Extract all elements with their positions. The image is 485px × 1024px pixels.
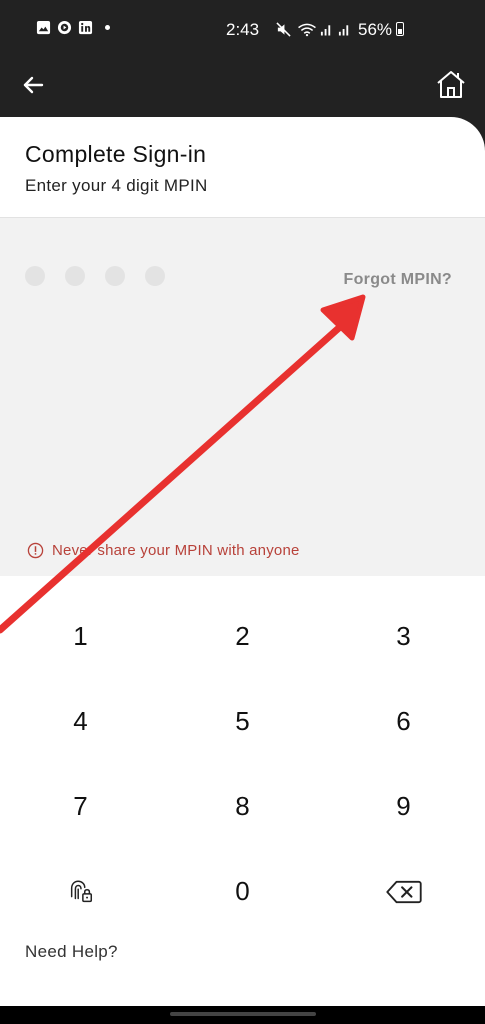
sign-in-card: Complete Sign-in Enter your 4 digit MPIN… <box>0 117 485 1010</box>
need-help-link[interactable]: Need Help? <box>25 942 118 962</box>
wifi-icon <box>298 23 316 37</box>
key-0[interactable]: 0 <box>162 849 323 934</box>
backspace-icon <box>385 880 422 903</box>
key-7[interactable]: 7 <box>0 764 161 849</box>
mute-icon <box>276 22 291 37</box>
biometric-button[interactable] <box>0 849 161 934</box>
page-subtitle: Enter your 4 digit MPIN <box>25 176 208 195</box>
pin-dot <box>145 266 165 286</box>
key-8[interactable]: 8 <box>162 764 323 849</box>
app-bar <box>0 60 485 120</box>
backspace-button[interactable] <box>323 849 484 934</box>
forgot-mpin-link[interactable]: Forgot MPIN? <box>344 271 452 289</box>
signal-icon <box>320 25 331 36</box>
key-1[interactable]: 1 <box>0 594 161 679</box>
status-bar: 2:43 56% <box>0 0 485 60</box>
gallery-icon <box>36 20 51 35</box>
notification-dot <box>105 25 110 30</box>
key-6[interactable]: 6 <box>323 679 484 764</box>
status-left-icons <box>36 20 110 35</box>
media-icon <box>57 20 72 35</box>
page-title: Complete Sign-in <box>25 141 207 167</box>
home-icon[interactable] <box>434 68 468 102</box>
key-3[interactable]: 3 <box>323 594 484 679</box>
back-arrow-icon[interactable] <box>20 72 46 98</box>
pin-entry-area: Forgot MPIN? Never share your MPIN with … <box>0 218 485 576</box>
pin-dot <box>25 266 45 286</box>
linkedin-icon <box>78 20 93 35</box>
key-5[interactable]: 5 <box>162 679 323 764</box>
home-gesture-pill[interactable] <box>170 1012 316 1016</box>
security-warning: Never share your MPIN with anyone <box>27 542 300 559</box>
info-icon <box>27 542 44 559</box>
signal-icon <box>338 25 349 36</box>
status-time: 2:43 <box>226 20 260 39</box>
numeric-keypad: 1 2 3 4 5 6 7 8 9 0 <box>0 576 485 916</box>
fingerprint-lock-icon <box>70 880 92 902</box>
pin-dot <box>105 266 125 286</box>
key-4[interactable]: 4 <box>0 679 161 764</box>
sign-in-header: Complete Sign-in Enter your 4 digit MPIN <box>0 117 485 218</box>
key-2[interactable]: 2 <box>162 594 323 679</box>
key-9[interactable]: 9 <box>323 764 484 849</box>
pin-dot <box>65 266 85 286</box>
warning-text: Never share your MPIN with anyone <box>52 542 300 559</box>
battery-percentage: 56% <box>358 20 393 39</box>
battery-icon <box>396 22 404 36</box>
pin-dots <box>25 266 165 286</box>
system-nav-bar <box>0 1006 485 1024</box>
